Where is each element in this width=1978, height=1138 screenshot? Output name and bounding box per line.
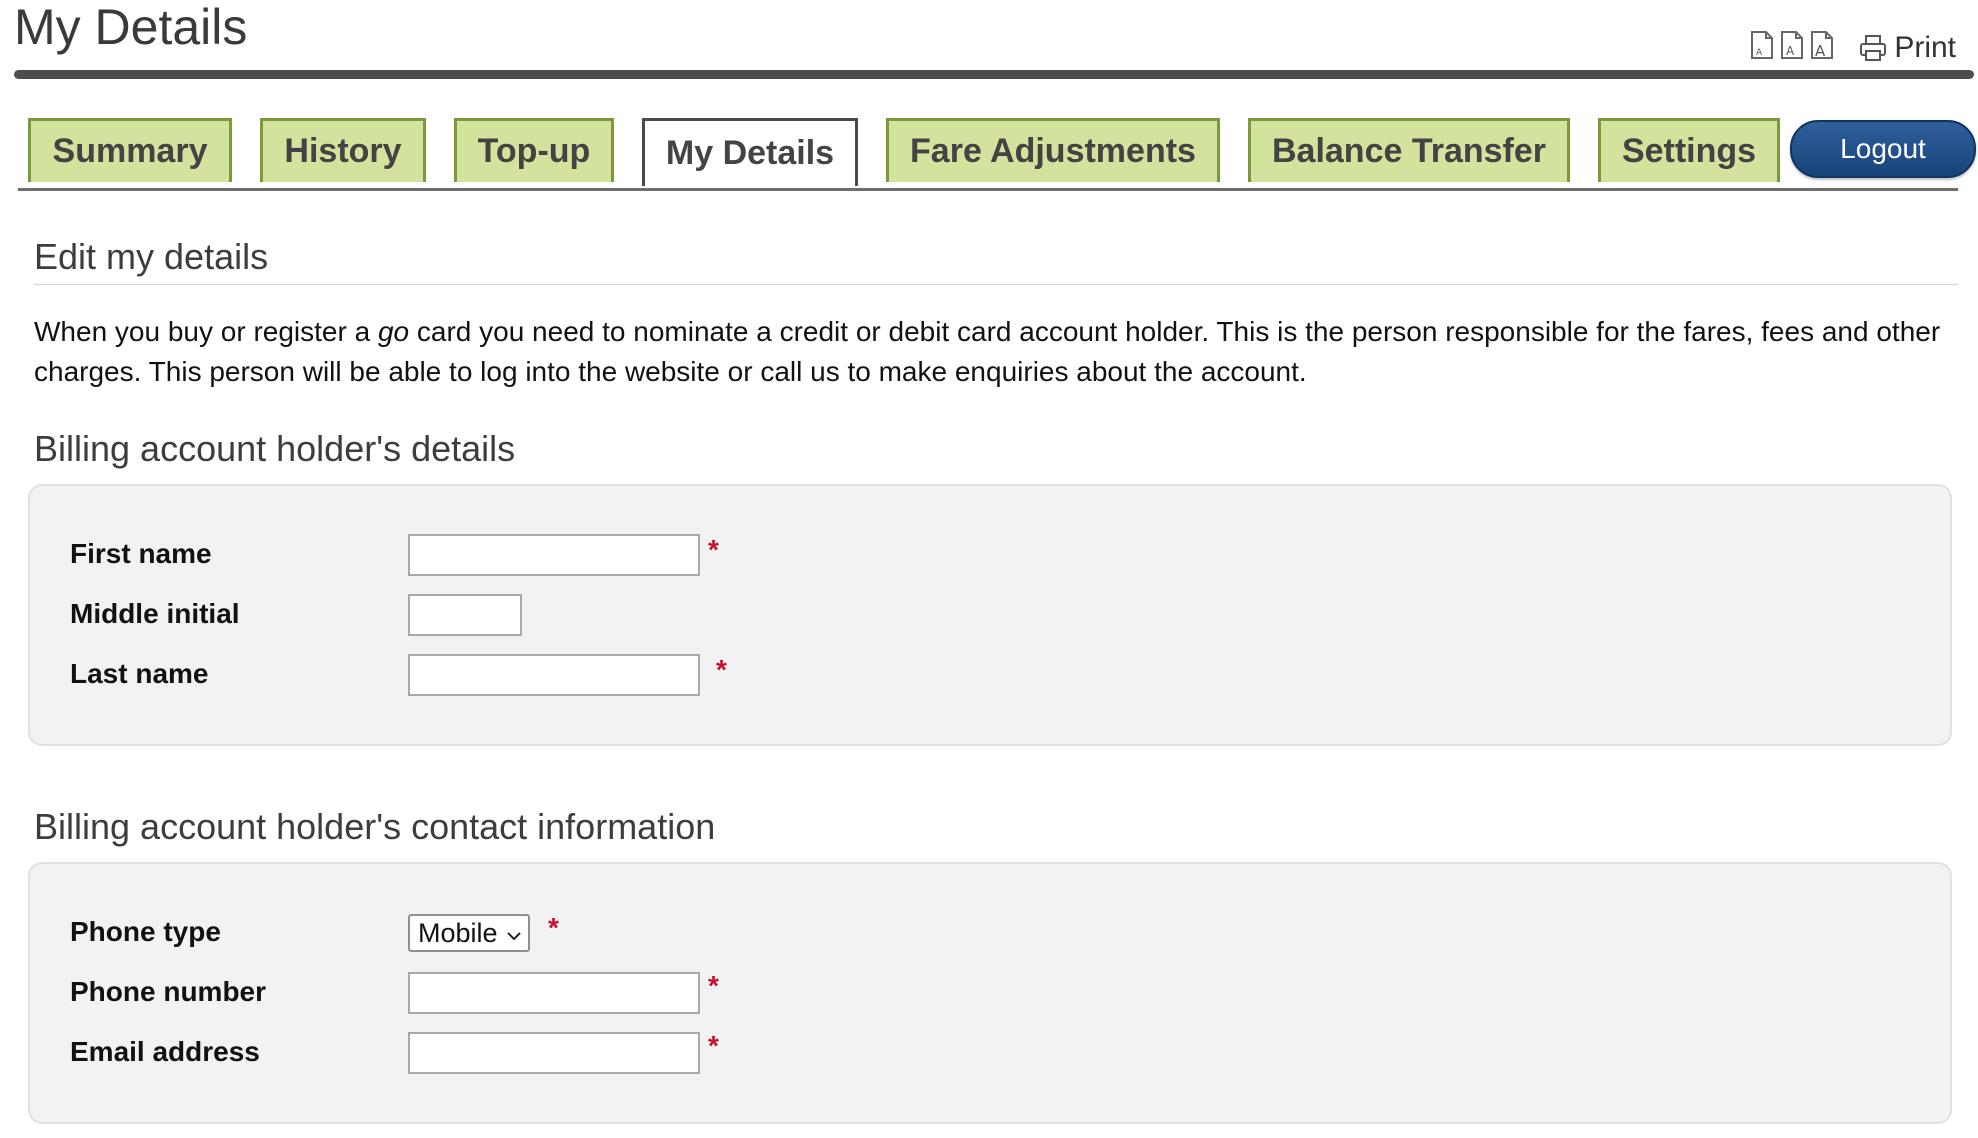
middle-initial-input[interactable] (408, 594, 522, 636)
print-label: Print (1894, 30, 1956, 64)
svg-text:A: A (1786, 44, 1795, 58)
text-size-small-icon[interactable]: A (1750, 30, 1774, 65)
contact-info-heading: Billing account holder's contact informa… (34, 806, 716, 847)
edit-details-heading: Edit my details (34, 236, 269, 277)
page-title: My Details (14, 0, 248, 55)
email-address-label: Email address (70, 1036, 260, 1067)
title-divider (14, 70, 1974, 79)
email-address-required-marker: * (708, 1030, 719, 1061)
last-name-label: Last name (70, 658, 209, 689)
last-name-required-marker: * (716, 654, 727, 685)
printer-icon (1860, 34, 1887, 61)
email-address-input[interactable] (408, 1032, 700, 1074)
tab-top-up[interactable]: Top-up (454, 118, 614, 182)
page-tools: A A A Print (1750, 30, 1956, 65)
text-size-medium-icon[interactable]: A (1780, 30, 1804, 65)
tab-my-details[interactable]: My Details (642, 118, 858, 186)
intro-text-start: When you buy or register a (34, 316, 378, 347)
contact-info-panel: Phone type Mobile * Phone number * Email… (28, 862, 1952, 1124)
first-name-required-marker: * (708, 534, 719, 565)
first-name-input[interactable] (408, 534, 700, 576)
phone-number-input[interactable] (408, 972, 700, 1014)
heading-divider (34, 284, 1958, 285)
phone-type-select[interactable]: Mobile (408, 914, 530, 952)
tab-history[interactable]: History (260, 118, 426, 182)
phone-type-selected-value: Mobile (418, 917, 498, 948)
tab-summary[interactable]: Summary (28, 118, 232, 182)
billing-details-panel: First name * Middle initial Last name * (28, 484, 1952, 746)
svg-text:A: A (1756, 48, 1763, 58)
intro-text-go: go (377, 316, 410, 347)
tab-settings[interactable]: Settings (1598, 118, 1780, 182)
svg-text:A: A (1815, 42, 1826, 60)
print-button[interactable]: Print (1858, 31, 1956, 65)
first-name-label: First name (70, 538, 212, 569)
tab-bar: Summary History Top-up My Details Fare A… (18, 118, 1976, 191)
tab-balance-transfer[interactable]: Balance Transfer (1248, 118, 1570, 182)
phone-number-label: Phone number (70, 976, 267, 1007)
page: My Details A A A Print Summary History T… (0, 0, 1978, 1138)
last-name-input[interactable] (408, 654, 700, 696)
middle-initial-label: Middle initial (70, 598, 240, 629)
tab-fare-adjustments[interactable]: Fare Adjustments (886, 118, 1220, 182)
intro-text: When you buy or register a go card you n… (34, 312, 1954, 392)
text-size-large-icon[interactable]: A (1810, 30, 1834, 65)
logout-button[interactable]: Logout (1790, 120, 1976, 178)
billing-details-heading: Billing account holder's details (34, 428, 516, 469)
phone-number-required-marker: * (708, 970, 719, 1001)
phone-type-required-marker: * (548, 912, 559, 943)
chevron-down-icon (506, 918, 522, 949)
phone-type-label: Phone type (70, 916, 221, 947)
